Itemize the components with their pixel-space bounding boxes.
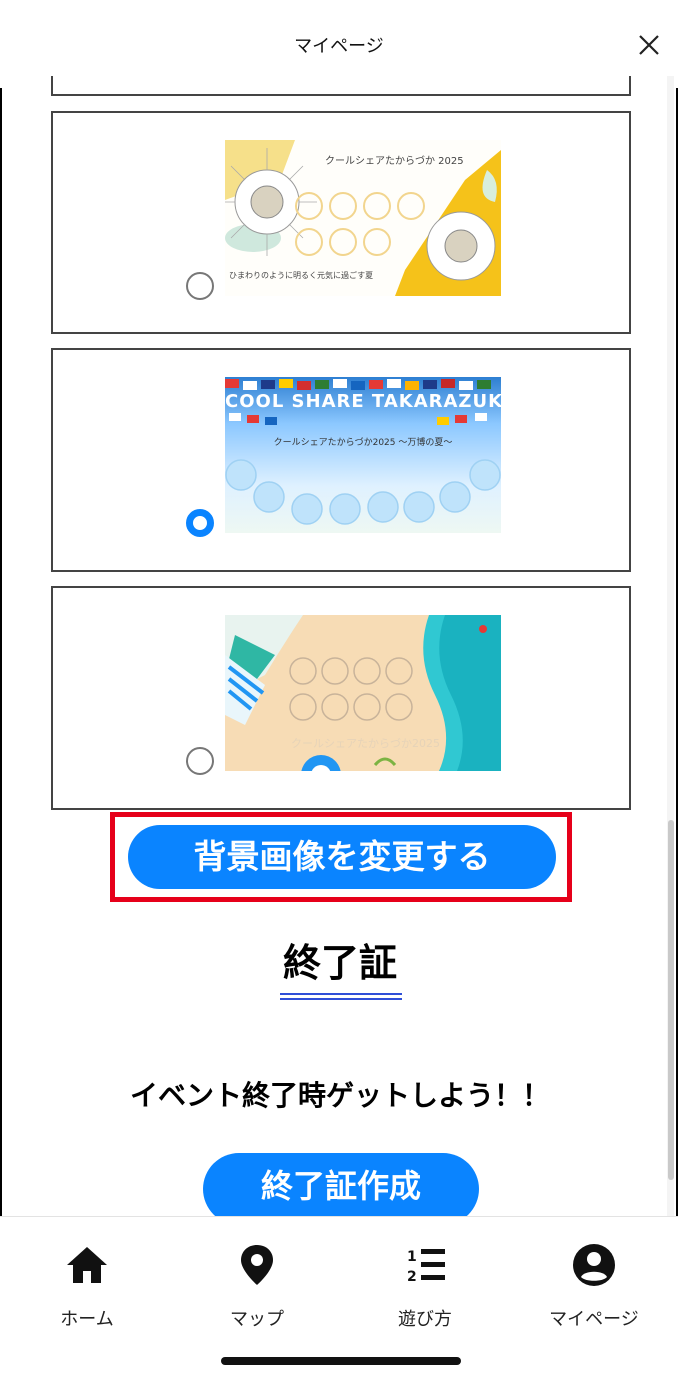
- sunflower-card-image: クールシェアたからづか 2025 ひまわりのように明るく元気に過ごす夏: [225, 140, 501, 296]
- card-title: クールシェアたからづか 2025: [325, 156, 464, 167]
- page-title: マイページ: [294, 36, 384, 57]
- tab-how-to-play[interactable]: 1 2 遊び方: [355, 1235, 495, 1335]
- content-scroll-area[interactable]: クールシェアたからづか 2025 ひまわりのように明るく元気に過ごす夏 COOL…: [15, 76, 665, 1216]
- tab-label: ホーム: [60, 1309, 114, 1330]
- tab-map[interactable]: マップ: [187, 1235, 327, 1335]
- title-underline-secondary: [280, 998, 402, 1000]
- card-caption: ひまわりのように明るく元気に過ごす夏: [229, 271, 374, 280]
- create-certificate-button[interactable]: 終了証作成: [203, 1153, 479, 1216]
- beach-card-image: クールシェアたからづか2025: [225, 615, 501, 771]
- close-icon[interactable]: [636, 32, 662, 58]
- svg-text:1: 1: [407, 1249, 417, 1265]
- map-pin-icon: [241, 1245, 273, 1285]
- tab-label: マイページ: [549, 1309, 639, 1330]
- header-bar: マイページ: [0, 0, 678, 88]
- certificate-title: 終了証: [282, 940, 397, 985]
- radio-beach[interactable]: [186, 747, 214, 775]
- tab-label: 遊び方: [398, 1309, 452, 1330]
- card-title: クールシェアたからづか2025 〜万博の夏〜: [273, 438, 453, 448]
- background-option-flags[interactable]: COOL SHARE TAKARAZUKA クールシェアたからづか2025 〜万…: [51, 348, 631, 572]
- account-circle-icon: [573, 1244, 615, 1286]
- flags-card-image: COOL SHARE TAKARAZUKA クールシェアたからづか2025 〜万…: [225, 377, 501, 533]
- change-background-highlight: 背景画像を変更する: [110, 812, 572, 902]
- scrollbar-thumb[interactable]: [668, 820, 674, 1180]
- svg-text:2: 2: [407, 1269, 417, 1285]
- change-background-button[interactable]: 背景画像を変更する: [128, 825, 556, 889]
- tab-my-page[interactable]: マイページ: [524, 1235, 664, 1335]
- radio-flags[interactable]: [186, 509, 214, 537]
- card-banner: COOL SHARE TAKARAZUKA: [225, 391, 501, 412]
- home-icon: [67, 1247, 107, 1283]
- card-partial-top: [51, 76, 631, 96]
- tab-home[interactable]: ホーム: [17, 1235, 157, 1335]
- radio-sunflower[interactable]: [186, 272, 214, 300]
- background-option-sunflower[interactable]: クールシェアたからづか 2025 ひまわりのように明るく元気に過ごす夏: [51, 111, 631, 334]
- window-frame-left: [0, 0, 2, 1382]
- tab-label: マップ: [230, 1309, 284, 1330]
- numbered-list-icon: 1 2: [407, 1249, 445, 1285]
- certificate-message: イベント終了時ゲットしよう！！: [129, 1079, 550, 1112]
- home-indicator: [221, 1357, 461, 1365]
- card-title: クールシェアたからづか2025: [291, 737, 440, 750]
- background-option-beach[interactable]: クールシェアたからづか2025: [51, 586, 631, 810]
- title-underline: [280, 993, 402, 995]
